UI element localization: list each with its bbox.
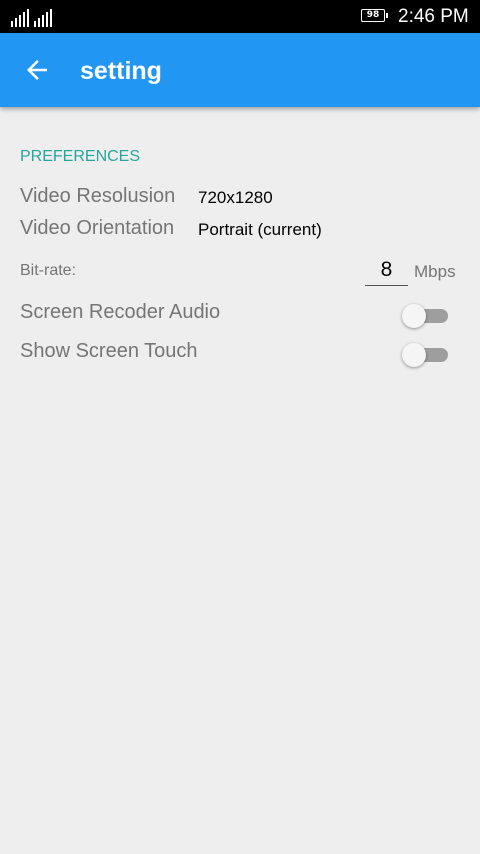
video-resolution-label[interactable]: Video Resolusion <box>20 185 175 208</box>
video-resolution-value[interactable]: 720x1280 <box>198 188 273 208</box>
screen-recorder-audio-toggle[interactable] <box>400 302 450 328</box>
video-orientation-value[interactable]: Portrait (current) <box>198 220 322 240</box>
page-title: setting <box>80 57 162 85</box>
show-screen-touch-label: Show Screen Touch <box>20 340 198 362</box>
toggle-thumb <box>402 304 426 328</box>
battery-icon: 98 <box>361 9 388 22</box>
show-screen-touch-toggle[interactable] <box>400 341 450 367</box>
back-button[interactable] <box>22 55 52 85</box>
bitrate-label: Bit-rate: <box>20 262 77 279</box>
arrow-back-icon <box>27 60 47 80</box>
bitrate-input[interactable] <box>365 254 408 286</box>
screen-recorder-audio-label: Screen Recoder Audio <box>20 301 221 323</box>
signal-bars-icon <box>11 7 54 27</box>
app-bar: setting <box>0 33 480 107</box>
status-time: 2:46 PM <box>398 6 469 27</box>
preferences-header: PREFERENCES <box>20 148 141 165</box>
bitrate-unit: Mbps <box>414 262 456 281</box>
toggle-thumb <box>402 343 426 367</box>
status-bar: 98 2:46 PM <box>0 0 480 33</box>
video-orientation-label[interactable]: Video Orientation <box>20 217 174 240</box>
